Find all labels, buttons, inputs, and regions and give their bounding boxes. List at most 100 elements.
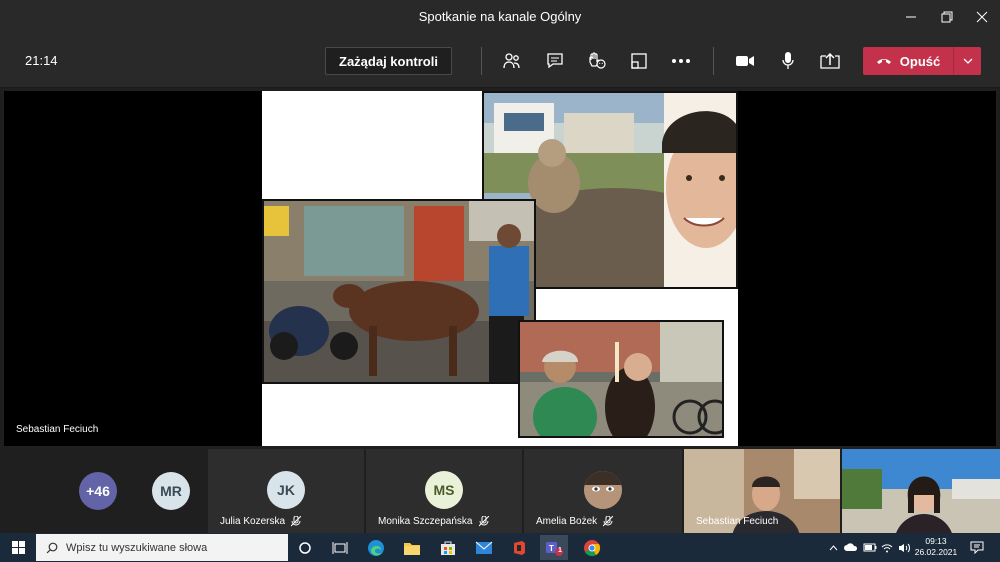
hang-up-icon (876, 59, 891, 64)
participant-name-text: Amelia Bożek (536, 516, 598, 527)
wifi-icon (881, 543, 893, 552)
participant-name: Julia Kozerska (220, 516, 302, 527)
restore-button[interactable] (929, 0, 965, 34)
cortana-button[interactable] (291, 535, 319, 560)
taskbar-search-box[interactable]: Wpisz tu wyszukiwane słowa (36, 534, 288, 561)
minimize-button[interactable] (893, 0, 929, 34)
chat-button[interactable] (540, 47, 570, 75)
show-hidden-icons-button[interactable] (826, 533, 840, 562)
chevron-up-icon (829, 544, 837, 550)
share-content-button[interactable] (815, 47, 845, 75)
participant-tile[interactable]: MR (130, 449, 208, 533)
mail-icon (475, 541, 493, 554)
battery-icon (863, 543, 877, 552)
cortana-icon (299, 541, 311, 554)
mic-muted-icon (291, 516, 302, 527)
volume-tray-icon[interactable] (896, 533, 912, 562)
teams-notification-badge: 1 (558, 547, 562, 554)
start-button[interactable] (4, 535, 32, 560)
taskbar-clock[interactable]: 09:13 26.02.2021 (912, 536, 960, 558)
divider (481, 47, 482, 75)
store-taskbar-button[interactable] (434, 535, 462, 560)
overflow-count-avatar[interactable]: +46 (79, 472, 117, 510)
microphone-icon (782, 52, 794, 69)
task-view-button[interactable] (326, 535, 354, 560)
file-explorer-taskbar-button[interactable] (398, 535, 426, 560)
camera-icon (736, 56, 754, 66)
mic-muted-icon (478, 516, 489, 527)
self-video-tile[interactable] (842, 449, 1000, 533)
close-icon (976, 11, 988, 23)
cow-street-image (264, 201, 534, 382)
participant-tile[interactable]: JK Julia Kozerska (208, 449, 364, 533)
people-icon (503, 53, 520, 69)
leave-button[interactable]: Opuść (863, 47, 953, 75)
participant-tile[interactable]: Amelia Bożek (524, 449, 682, 533)
window-title: Spotkanie na kanale Ogólny (418, 9, 582, 24)
chat-icon (547, 53, 563, 69)
edge-icon (368, 539, 384, 556)
close-button[interactable] (964, 0, 1000, 34)
participant-name: Monika Szczepańska (378, 516, 489, 527)
notifications-icon (970, 541, 984, 554)
share-screen-icon (820, 52, 840, 69)
participant-name-text: Sebastian Feciuch (696, 516, 779, 527)
mic-muted-icon (603, 516, 614, 527)
reactions-button[interactable] (582, 47, 612, 75)
clock-time: 09:13 (925, 536, 947, 546)
raise-hand-icon (589, 52, 606, 69)
speaker-icon (899, 543, 910, 552)
meeting-duration: 21:14 (25, 53, 58, 68)
network-tray-icon[interactable] (879, 533, 895, 562)
divider (713, 47, 714, 75)
meeting-control-bar: 21:14 Zażądaj kontroli Opuść (0, 34, 1000, 88)
windows-taskbar: Wpisz tu wyszukiwane słowa T 1 09:13 26.… (0, 533, 1000, 562)
participant-overflow-tile[interactable]: +46 (0, 449, 130, 533)
leave-button-group: Opuść (863, 47, 981, 75)
breakout-rooms-icon (631, 53, 647, 69)
photo-hair-flowers (518, 320, 724, 438)
cloud-icon (844, 543, 858, 551)
edge-taskbar-button[interactable] (362, 535, 390, 560)
chrome-taskbar-button[interactable] (578, 535, 606, 560)
more-icon (672, 59, 690, 63)
participants-strip: +46 MR JK Julia Kozerska MS Monika Szcze… (0, 449, 1000, 533)
title-bar: Spotkanie na kanale Ogólny (0, 0, 1000, 34)
battery-tray-icon[interactable] (861, 533, 879, 562)
folder-icon (404, 542, 420, 555)
onedrive-tray-icon[interactable] (842, 533, 860, 562)
clock-date: 26.02.2021 (914, 547, 958, 557)
teams-taskbar-button[interactable]: T 1 (540, 535, 568, 560)
search-placeholder: Wpisz tu wyszukiwane słowa (66, 541, 208, 554)
request-control-button[interactable]: Zażądaj kontroli (325, 47, 452, 75)
participant-name-text: Julia Kozerska (220, 516, 286, 527)
windows-logo-icon (11, 541, 25, 554)
store-icon (441, 541, 455, 555)
shared-content-stage: Sebastian Feciuch (4, 91, 996, 446)
participant-tile[interactable]: MS Monika Szczepańska (366, 449, 522, 533)
teams-meeting-window: Spotkanie na kanale Ogólny 21:14 Zażądaj… (0, 0, 1000, 562)
participants-button[interactable] (497, 47, 527, 75)
more-actions-button[interactable] (666, 47, 696, 75)
participant-name: Sebastian Feciuch (696, 516, 778, 527)
avatar: MR (152, 472, 190, 510)
action-center-button[interactable] (964, 533, 990, 562)
leave-options-button[interactable] (953, 47, 981, 75)
chrome-icon (584, 539, 601, 556)
office-icon (514, 540, 525, 555)
minimize-icon (906, 16, 916, 18)
restore-icon (941, 11, 953, 23)
microphone-button[interactable] (773, 47, 803, 75)
camera-button[interactable] (730, 47, 760, 75)
presenter-name-label: Sebastian Feciuch (16, 424, 99, 435)
svg-text:T: T (549, 544, 554, 553)
avatar: MS (425, 471, 463, 509)
profile-photo-icon (584, 471, 622, 509)
participant-video-tile[interactable]: Sebastian Feciuch (684, 449, 840, 533)
shared-slide (262, 91, 738, 446)
self-video-feed (842, 449, 1000, 533)
office-taskbar-button[interactable] (505, 535, 533, 560)
photo-cow-street (262, 199, 536, 384)
mail-taskbar-button[interactable] (470, 535, 498, 560)
rooms-button[interactable] (624, 47, 654, 75)
